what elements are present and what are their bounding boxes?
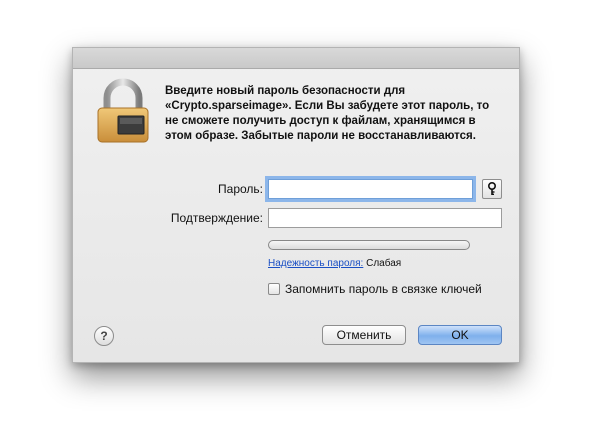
- key-icon: [488, 182, 496, 196]
- password-assistant-button[interactable]: [482, 179, 502, 199]
- ok-button[interactable]: OK: [418, 325, 502, 345]
- password-dialog: Введите новый пароль безопасности для «C…: [72, 47, 520, 363]
- password-strength-meter: [268, 240, 470, 250]
- help-button[interactable]: ?: [94, 326, 114, 346]
- password-label: Пароль:: [218, 182, 263, 196]
- confirm-input[interactable]: [268, 208, 502, 228]
- remember-checkbox[interactable]: [268, 283, 280, 295]
- password-input[interactable]: [268, 179, 473, 199]
- lock-icon: [95, 78, 151, 151]
- remember-in-keychain[interactable]: Запомнить пароль в связке ключей: [268, 282, 482, 296]
- confirm-label: Подтверждение:: [170, 211, 263, 225]
- remember-label: Запомнить пароль в связке ключей: [285, 282, 482, 296]
- password-strength: Надежность пароля: Слабая: [268, 258, 401, 269]
- dialog-title-bar: [73, 48, 519, 69]
- dialog-message: Введите новый пароль безопасности для «C…: [165, 85, 490, 142]
- password-strength-link[interactable]: Надежность пароля:: [268, 258, 363, 269]
- password-strength-value: Слабая: [366, 258, 402, 269]
- cancel-button[interactable]: Отменить: [322, 325, 406, 345]
